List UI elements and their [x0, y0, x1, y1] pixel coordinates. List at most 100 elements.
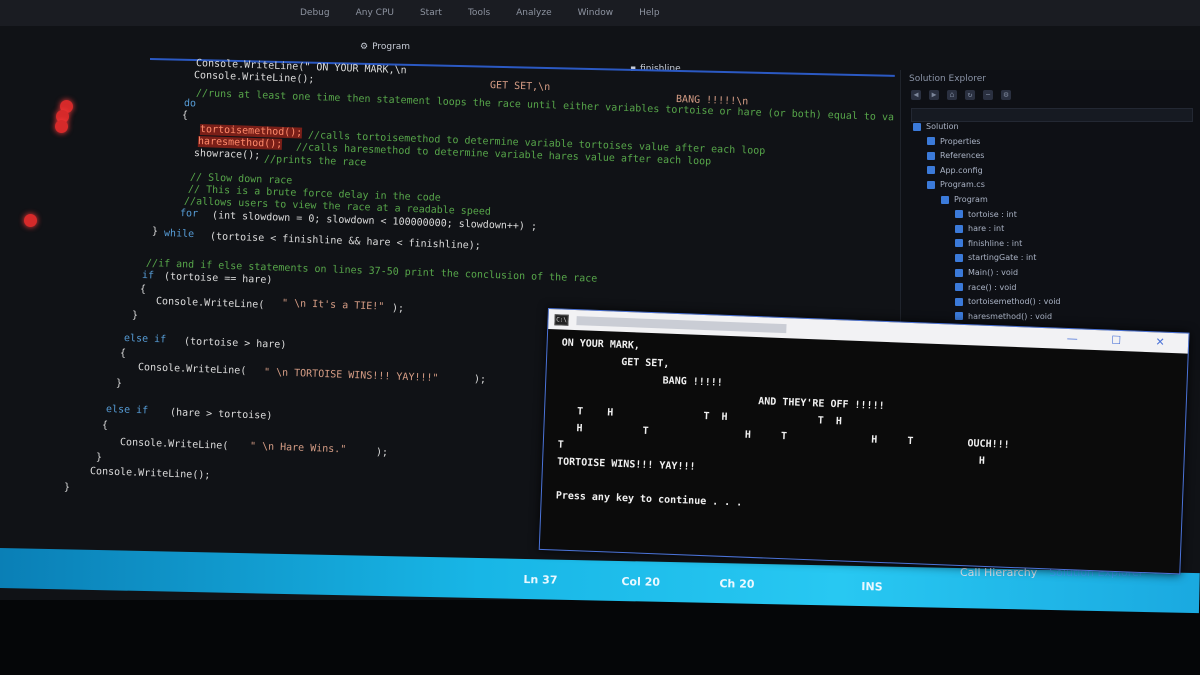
- code-token: (tortoise > hare): [177, 336, 287, 351]
- code-token: " \n Hare Wins.": [249, 441, 347, 456]
- tree-node-icon: [955, 312, 963, 321]
- code-token: {: [101, 420, 109, 432]
- tree-item-label: Properties: [940, 136, 981, 146]
- code-token: //prints the race: [263, 154, 367, 169]
- tree-item-label: tortoise : int: [968, 209, 1017, 219]
- console-line: ON YOUR MARK,: [561, 337, 641, 352]
- tree-item[interactable]: finishline : int: [955, 239, 1022, 248]
- tree-item[interactable]: haresmethod() : void: [955, 312, 1052, 321]
- tree-node-icon: [955, 253, 963, 262]
- tree-item-label: race() : void: [968, 282, 1017, 292]
- tree-node-icon: [955, 297, 963, 306]
- tree-item-label: Program: [954, 195, 988, 204]
- tree-item[interactable]: References: [927, 151, 984, 160]
- code-token: (tortoise < finishline && hare < finishl…: [203, 231, 481, 252]
- tree-item[interactable]: tortoise : int: [955, 210, 1017, 219]
- status-mode: INS: [861, 580, 883, 594]
- refresh-icon[interactable]: ↻: [965, 90, 975, 100]
- tree-item-label: App.config: [940, 165, 983, 175]
- tree-item-label: finishline : int: [968, 238, 1023, 248]
- code-token: }: [151, 226, 159, 238]
- tree-item-label: Solution: [926, 122, 959, 131]
- forward-icon[interactable]: ▶: [929, 90, 939, 100]
- code-token: //runs at least one time then statement …: [195, 88, 895, 124]
- tree-item[interactable]: Solution: [913, 122, 959, 131]
- tree-item[interactable]: Main() : void: [955, 268, 1018, 277]
- console-app-icon: C:\: [554, 313, 569, 326]
- tree-item[interactable]: App.config: [927, 166, 983, 175]
- tree-item[interactable]: tortoisemethod() : void: [955, 297, 1061, 306]
- tree-node-icon: [927, 137, 935, 146]
- home-icon[interactable]: ⌂: [947, 90, 957, 100]
- code-token: }: [131, 310, 139, 322]
- code-token: Console.WriteLine();: [89, 466, 211, 482]
- console-window[interactable]: C:\ — ☐ ✕ ON YOUR MARK, GET SET, BANG !!…: [538, 308, 1190, 575]
- minimize-button[interactable]: —: [1052, 330, 1093, 348]
- tree-item-label: References: [940, 151, 985, 161]
- code-token: Console.WriteLine(: [119, 437, 229, 452]
- status-line: Ln 37: [523, 572, 558, 587]
- tree-node-icon: [941, 195, 949, 204]
- code-token: );: [391, 303, 405, 315]
- tree-item[interactable]: Program: [941, 195, 988, 204]
- code-token: Console.WriteLine(: [155, 296, 265, 311]
- code-token: }: [95, 452, 103, 464]
- tree-item-label: Main() : void: [968, 268, 1019, 277]
- tree-node-icon: [955, 268, 963, 277]
- tree-item[interactable]: race() : void: [955, 283, 1016, 292]
- code-token: showrace();: [193, 148, 261, 162]
- tree-node-icon: [955, 224, 963, 233]
- code-token: }: [115, 378, 123, 390]
- code-token: }: [63, 482, 71, 494]
- code-token: GET SET,\n: [489, 80, 551, 94]
- tree-item[interactable]: startingGate : int: [955, 253, 1036, 262]
- code-token: );: [375, 447, 389, 459]
- collapse-icon[interactable]: −: [983, 90, 993, 100]
- solution-explorer-title: Solution Explorer: [909, 74, 986, 84]
- status-char: Ch 20: [719, 577, 755, 591]
- tree-item-label: tortoisemethod() : void: [968, 297, 1061, 307]
- status-column: Col 20: [621, 575, 661, 589]
- code-token: {: [119, 348, 127, 360]
- tree-node-icon: [927, 151, 935, 160]
- code-token: do: [183, 98, 197, 110]
- tree-item-label: hare : int: [968, 224, 1005, 234]
- code-token: while: [163, 228, 195, 241]
- code-token: else if: [105, 404, 149, 417]
- tree-item-label: haresmethod() : void: [968, 311, 1053, 321]
- tree-node-icon: [955, 239, 963, 248]
- code-token: Console.WriteLine(: [137, 362, 247, 377]
- tree-item[interactable]: Program.cs: [927, 180, 985, 189]
- code-token: if: [141, 270, 155, 282]
- code-token: );: [473, 374, 487, 386]
- tree-node-icon: [927, 166, 935, 175]
- code-token: " \n It's a TIE!": [281, 298, 385, 313]
- tree-item[interactable]: hare : int: [955, 224, 1004, 233]
- tree-node-icon: [955, 283, 963, 292]
- tree-item-label: startingGate : int: [968, 253, 1037, 263]
- tree-node-icon: [955, 210, 963, 219]
- code-token: " \n TORTOISE WINS!!! YAY!!!": [263, 367, 439, 385]
- console-output: ON YOUR MARK, GET SET, BANG !!!!! AND TH…: [540, 329, 1188, 573]
- code-token: for: [179, 208, 199, 220]
- tree-item[interactable]: Properties: [927, 137, 980, 146]
- solution-explorer-toolbar: ◀ ▶ ⌂ ↻ − ⚙: [911, 90, 1011, 100]
- back-icon[interactable]: ◀: [911, 90, 921, 100]
- tree-node-icon: [913, 122, 921, 131]
- console-line: BANG !!!!!: [560, 371, 724, 389]
- maximize-button[interactable]: ☐: [1096, 332, 1137, 350]
- code-token: (hare > tortoise): [163, 407, 273, 422]
- console-line: Press any key to continue . . .: [555, 490, 743, 509]
- code-token: else if: [123, 333, 167, 346]
- code-token: {: [181, 110, 189, 122]
- solution-explorer-search[interactable]: [911, 108, 1193, 122]
- tree-node-icon: [927, 180, 935, 189]
- console-line: GET SET,: [560, 354, 670, 370]
- settings-icon[interactable]: ⚙: [1001, 90, 1011, 100]
- code-token: (tortoise == hare): [157, 271, 273, 286]
- close-button[interactable]: ✕: [1140, 334, 1181, 352]
- console-title-text: [576, 315, 787, 333]
- console-line: TORTOISE WINS!!! YAY!!!: [556, 456, 696, 473]
- code-token: {: [139, 284, 147, 296]
- tree-item-label: Program.cs: [940, 180, 985, 190]
